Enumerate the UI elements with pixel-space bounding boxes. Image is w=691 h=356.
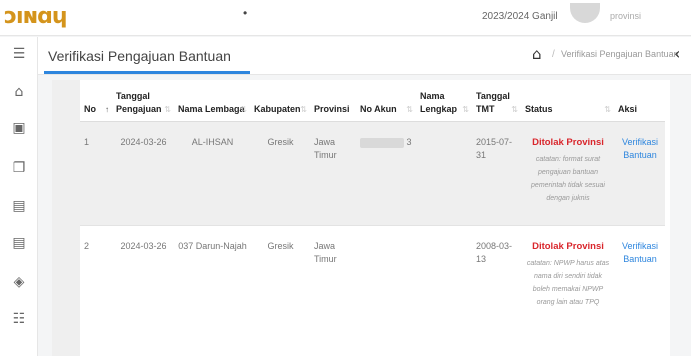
home-icon[interactable]: ⌂ [10, 83, 28, 101]
sort-up-icon[interactable]: ↑ [105, 103, 109, 116]
cell-status: Ditolak Provinsi catatan: format surat p… [521, 121, 614, 226]
cell-no-akun: 3 [356, 121, 416, 226]
files-icon[interactable]: ❐ [10, 159, 28, 177]
app-logo[interactable]: ɔıɴɑɥ [4, 4, 68, 29]
col-header-nama-lembaga[interactable]: Nama Lembaga ⇅ [174, 86, 250, 122]
sort-icon[interactable]: ⇅ [240, 103, 247, 116]
cell-tmt: 2008-03-13 [472, 225, 521, 336]
cell-no: 2 [80, 225, 112, 336]
status-badge: Ditolak Provinsi [532, 137, 604, 148]
verify-link[interactable]: Verifikasi Bantuan [622, 241, 658, 264]
cell-kabupaten: Gresik [250, 225, 310, 336]
col-header-nama-lengkap[interactable]: Nama Lengkap ⇅ [416, 86, 472, 122]
user-role[interactable]: provinsi [610, 11, 641, 21]
status-badge: Ditolak Provinsi [532, 241, 604, 252]
col-header-status[interactable]: Status ⇅ [521, 86, 614, 122]
cell-kabupaten: Gresik [250, 121, 310, 226]
breadcrumb: Verifikasi Pengajuan Bantuan [561, 49, 679, 59]
chevron-left-icon[interactable]: ‹ [674, 44, 680, 63]
page-header: Verifikasi Pengajuan Bantuan ⌂ / Verifik… [38, 37, 691, 75]
col-header-kabupaten[interactable]: Kabupaten ⇅ [250, 86, 310, 122]
cell-lembaga: 037 Darun-Najah [174, 225, 250, 336]
table-row: 2 2024-03-26 037 Darun-Najah Gresik Jawa… [80, 225, 665, 336]
status-note: catatan: NPWP harus atas nama diri sendi… [526, 260, 610, 306]
col-header-aksi: Aksi [614, 86, 665, 122]
cell-provinsi: Jawa Timur [310, 225, 356, 336]
cell-tanggal: 2024-03-26 [112, 225, 174, 336]
verify-link[interactable]: Verifikasi Bantuan [622, 137, 658, 160]
sort-icon[interactable]: ⇅ [406, 103, 413, 116]
cell-nama-lengkap [416, 121, 472, 226]
cell-lembaga: AL-IHSAN [174, 121, 250, 226]
tag-icon[interactable]: ◈ [10, 273, 28, 291]
sort-icon[interactable]: ⇅ [604, 103, 611, 116]
cell-aksi: Verifikasi Bantuan [614, 121, 665, 226]
redacted-value [360, 137, 404, 148]
sort-icon[interactable]: ⇅ [164, 103, 171, 116]
sort-icon[interactable]: ⇅ [300, 103, 307, 116]
top-indicator: • [243, 6, 248, 20]
list-icon[interactable]: ▤ [10, 197, 28, 215]
top-bar: ɔıɴɑɥ • 2023/2024 Ganjil provinsi [0, 0, 691, 36]
cell-aksi: Verifikasi Bantuan [614, 225, 665, 336]
page-title: Verifikasi Pengajuan Bantuan [48, 48, 231, 64]
cell-no: 1 [80, 121, 112, 226]
home-icon[interactable]: ⌂ [532, 45, 542, 63]
breadcrumb-separator: / [552, 49, 555, 60]
submission-table: No ↑ Tanggal Pengajuan ⇅ Nama Lembaga ⇅ Kab… [80, 86, 665, 336]
col-header-tanggal[interactable]: Tanggal Pengajuan ⇅ [112, 86, 174, 122]
sort-icon[interactable]: ⇅ [511, 103, 518, 116]
table-header-row: No ↑ Tanggal Pengajuan ⇅ Nama Lembaga ⇅ Kab… [80, 86, 665, 122]
cell-tanggal: 2024-03-26 [112, 121, 174, 226]
table-gutter [52, 80, 80, 356]
cell-no-akun [356, 225, 416, 336]
avatar[interactable] [570, 3, 600, 23]
sidebar: ☰ ⌂ ▣ ❐ ▤ ▤ ◈ ☷ [0, 37, 38, 356]
calendar-icon[interactable]: ▣ [10, 119, 28, 137]
title-underline [44, 71, 250, 74]
table-row: 1 2024-03-26 AL-IHSAN Gresik Jawa Timur … [80, 121, 665, 226]
cell-status: Ditolak Provinsi catatan: NPWP harus ata… [521, 225, 614, 336]
col-header-no[interactable]: No ↑ [80, 86, 112, 122]
col-header-tmt[interactable]: Tanggal TMT ⇅ [472, 86, 521, 122]
menu-icon[interactable]: ☰ [10, 45, 28, 63]
bullets-icon[interactable]: ☷ [10, 310, 28, 328]
status-note: catatan: format surat pengajuan bantuan … [531, 156, 605, 202]
col-header-no-akun[interactable]: No Akun ⇅ [356, 86, 416, 122]
cell-nama-lengkap [416, 225, 472, 336]
col-header-provinsi[interactable]: Provinsi [310, 86, 356, 122]
sort-icon[interactable]: ⇅ [462, 103, 469, 116]
list-icon[interactable]: ▤ [10, 234, 28, 252]
cell-provinsi: Jawa Timur [310, 121, 356, 226]
academic-year[interactable]: 2023/2024 Ganjil [482, 11, 558, 22]
cell-tmt: 2015-07-31 [472, 121, 521, 226]
